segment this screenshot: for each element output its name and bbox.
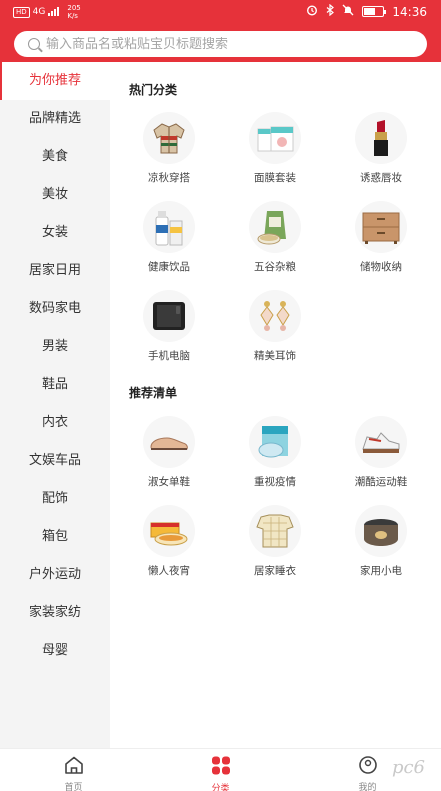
category-sidebar: 为你推荐 品牌精选 美食 美妆 女装 居家日用 数码家电 男装 鞋品 内衣 文娱车品 配饰 箱包 户外运动…	[0, 62, 110, 748]
phone-icon	[143, 290, 195, 342]
sidebar-item[interactable]: 品牌精选	[0, 100, 110, 138]
category-tile[interactable]: 手机电脑	[116, 288, 222, 377]
user-icon	[358, 756, 378, 778]
network-type: 4G	[32, 6, 46, 17]
lipstick-icon	[355, 112, 407, 164]
sidebar-item[interactable]: 女装	[0, 214, 110, 252]
sidebar-item[interactable]: 为你推荐	[0, 62, 110, 100]
category-label: 五谷杂粮	[254, 261, 296, 273]
category-label: 潮酷运动鞋	[354, 476, 408, 488]
drink-bottle-icon	[143, 201, 195, 253]
hot-category-grid: 凉秋穿搭 面膜套装 诱惑唇妆健康饮品 五谷杂粮 储物收纳手机电脑 精美耳饰	[116, 110, 436, 377]
category-tile[interactable]: 五谷杂粮	[222, 199, 328, 288]
category-label: 淑女单鞋	[148, 476, 190, 488]
grain-bag-icon	[249, 201, 301, 253]
search-bar[interactable]	[14, 31, 427, 57]
tab-category-label: 分类	[211, 784, 230, 791]
drawer-cabinet-icon	[355, 201, 407, 253]
category-tile[interactable]: 重视疫情	[222, 414, 328, 503]
watermark-logo: pc6	[391, 757, 425, 778]
category-tile[interactable]: 家用小电	[328, 503, 434, 592]
tab-category[interactable]: 分类	[147, 749, 294, 791]
sidebar-item[interactable]: 男装	[0, 328, 110, 366]
bottom-nav: 首页 分类 我的	[0, 748, 441, 791]
battery-icon	[362, 6, 387, 17]
category-label: 诱惑唇妆	[360, 172, 402, 184]
recommend-grid: 淑女单鞋 重视疫情 潮酷运动鞋懒人夜宵 居家睡衣 家用小电	[116, 414, 436, 592]
category-label: 居家睡衣	[254, 565, 296, 577]
facemask-box-icon	[249, 112, 301, 164]
sidebar-item[interactable]: 内衣	[0, 404, 110, 442]
category-label: 重视疫情	[254, 476, 296, 488]
category-label: 精美耳饰	[254, 350, 296, 362]
search-input[interactable]	[46, 36, 406, 52]
sidebar-item[interactable]: 户外运动	[0, 556, 110, 594]
signal-icon	[48, 6, 60, 19]
network-speed: 205 K/s	[67, 4, 80, 20]
hot-section-title: 热门分类	[129, 83, 178, 97]
category-label: 家用小电	[360, 565, 402, 577]
sidebar-item[interactable]: 母婴	[0, 632, 110, 670]
sidebar-item[interactable]: 家装家纺	[0, 594, 110, 632]
jacket-icon	[143, 112, 195, 164]
rice-cooker-icon	[355, 505, 407, 557]
category-tile[interactable]: 精美耳饰	[222, 288, 328, 377]
category-label: 手机电脑	[148, 350, 190, 362]
header-bar: HD 4G 205 K/s 14:36	[0, 0, 441, 62]
category-tile[interactable]: 健康饮品	[116, 199, 222, 288]
category-tile[interactable]: 诱惑唇妆	[328, 110, 434, 199]
category-tile[interactable]: 居家睡衣	[222, 503, 328, 592]
sim-indicator: HD	[13, 6, 30, 18]
sneaker-icon	[355, 416, 407, 468]
sidebar-item[interactable]: 箱包	[0, 518, 110, 556]
tab-mine-label: 我的	[358, 783, 377, 791]
tab-home-label: 首页	[64, 783, 83, 791]
sidebar-item[interactable]: 美妆	[0, 176, 110, 214]
category-grid-icon	[211, 756, 231, 779]
instant-food-icon	[143, 505, 195, 557]
category-content: 热门分类 凉秋穿搭 面膜套装 诱惑唇妆健康饮品 五谷杂粮 储物收纳手机电脑 精美耳饰 推荐…	[110, 62, 441, 748]
speed-value: 205	[67, 4, 81, 12]
category-label: 凉秋穿搭	[148, 172, 190, 184]
bluetooth-icon	[326, 3, 335, 19]
category-label: 懒人夜宵	[148, 565, 190, 577]
sidebar-item[interactable]: 数码家电	[0, 290, 110, 328]
recommend-section-title: 推荐清单	[129, 386, 178, 400]
alarm-icon	[306, 4, 318, 19]
mute-icon	[342, 4, 354, 19]
loafer-shoe-icon	[143, 416, 195, 468]
category-tile[interactable]: 懒人夜宵	[116, 503, 222, 592]
earring-icon	[249, 290, 301, 342]
category-tile[interactable]: 储物收纳	[328, 199, 434, 288]
category-tile[interactable]: 淑女单鞋	[116, 414, 222, 503]
category-label: 面膜套装	[254, 172, 296, 184]
speed-unit: K/s	[67, 12, 78, 20]
sidebar-item[interactable]: 文娱车品	[0, 442, 110, 480]
tab-home[interactable]: 首页	[0, 749, 147, 791]
home-icon	[64, 756, 84, 778]
pajamas-icon	[249, 505, 301, 557]
mask-box-icon	[249, 416, 301, 468]
sidebar-item[interactable]: 美食	[0, 138, 110, 176]
category-tile[interactable]: 面膜套装	[222, 110, 328, 199]
status-bar: HD 4G 205 K/s 14:36	[0, 0, 441, 26]
sidebar-item[interactable]: 鞋品	[0, 366, 110, 404]
category-label: 储物收纳	[360, 261, 402, 273]
search-icon	[28, 38, 40, 50]
sidebar-item[interactable]: 配饰	[0, 480, 110, 518]
sidebar-item[interactable]: 居家日用	[0, 252, 110, 290]
category-label: 健康饮品	[148, 261, 190, 273]
category-tile[interactable]: 潮酷运动鞋	[328, 414, 434, 503]
category-tile[interactable]: 凉秋穿搭	[116, 110, 222, 199]
clock: 14:36	[392, 4, 427, 19]
